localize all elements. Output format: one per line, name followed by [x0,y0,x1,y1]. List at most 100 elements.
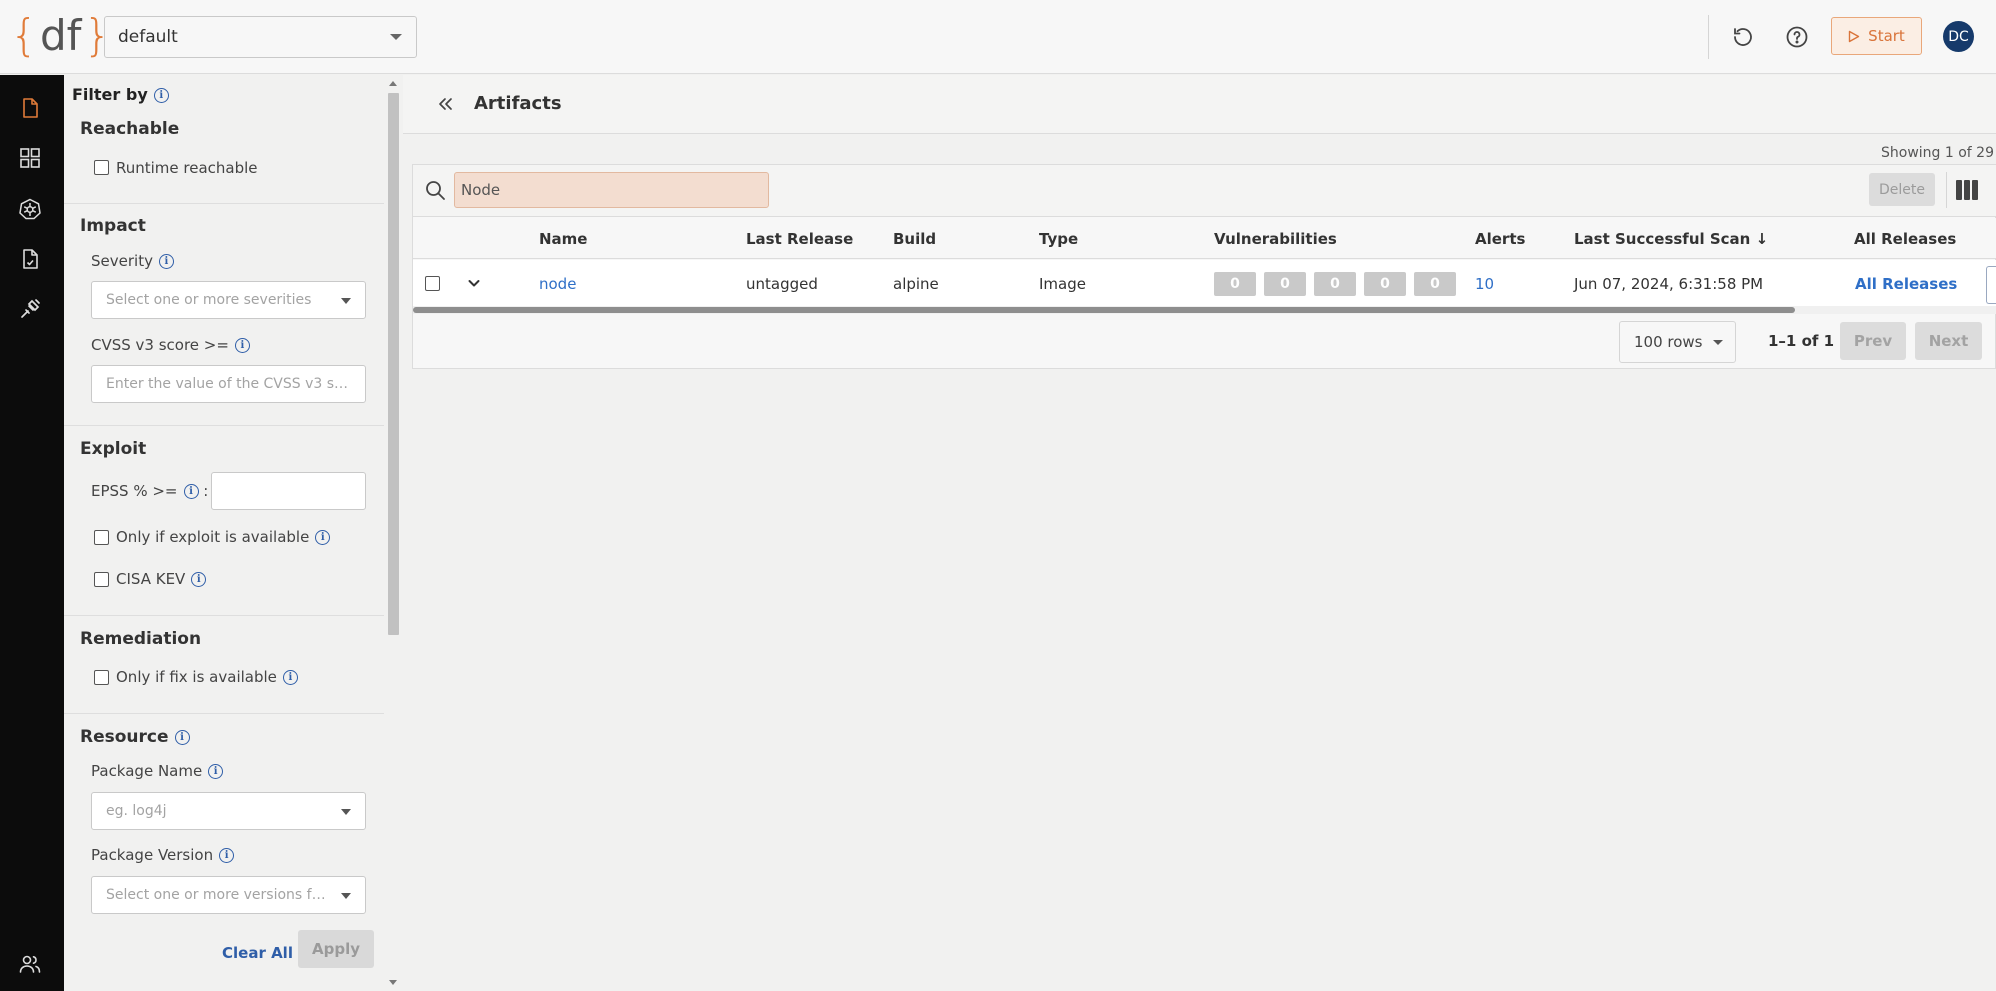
integrations-nav-icon[interactable] [16,295,44,323]
package-name-select[interactable]: eg. log4j [91,792,366,830]
rows-per-page-select[interactable]: 100 rows [1619,321,1736,363]
vulnerability-badge[interactable]: 0 [1264,272,1306,296]
divider [64,713,384,714]
column-header-type[interactable]: Type [1039,230,1078,248]
next-button[interactable]: Next [1915,322,1982,360]
search-input[interactable]: Node [454,172,769,208]
collapse-sidebar-icon[interactable] [434,92,456,116]
all-releases-link[interactable]: All Releases [1855,275,1957,293]
divider [64,615,384,616]
vulnerability-badge[interactable]: 0 [1364,272,1406,296]
scroll-down-icon[interactable] [389,980,397,985]
cvss-score-input[interactable]: Enter the value of the CVSS v3 score [91,365,366,403]
severity-select[interactable]: Select one or more severities [91,281,366,319]
avatar[interactable]: DC [1943,21,1974,52]
namespace-value: default [118,27,178,47]
info-icon[interactable]: i [315,530,331,545]
package-name-label: Package Name i [91,762,224,780]
fix-available-label: Only if fix is available i [116,668,298,686]
clear-all-button[interactable]: Clear All [222,944,293,962]
cisa-kev-label: CISA KEV i [116,570,207,588]
kubernetes-nav-icon[interactable] [16,195,44,223]
artifact-name-link[interactable]: node [539,275,576,293]
cell-last-scan: Jun 07, 2024, 6:31:58 PM [1574,275,1764,293]
info-icon[interactable]: i [158,254,174,269]
exploit-available-label: Only if exploit is available i [116,528,331,546]
resource-heading: Resource i [80,727,190,747]
play-icon [1848,30,1860,42]
namespace-select[interactable]: default [104,16,417,58]
package-version-label: Package Version i [91,846,235,864]
info-icon[interactable]: i [183,484,199,499]
page-header [403,75,1996,134]
filter-title: Filter by i [72,85,169,104]
alerts-link[interactable]: 10 [1475,275,1494,293]
info-icon[interactable]: i [282,670,298,685]
column-header-vulnerabilities[interactable]: Vulnerabilities [1214,230,1337,248]
pagination-range: 1–1 of 1 [1768,332,1835,350]
page-title: Artifacts [474,93,562,114]
chevron-down-icon [341,298,351,304]
column-header-alerts[interactable]: Alerts [1475,230,1525,248]
divider [64,203,384,204]
column-header-all-releases[interactable]: All Releases [1854,230,1956,248]
showing-count: Showing 1 of 29 [1881,145,1994,161]
prev-button[interactable]: Prev [1840,322,1906,360]
vulnerability-badge[interactable]: 0 [1214,272,1256,296]
filter-scrollbar[interactable] [385,75,402,991]
epss-label: EPSS % >= i : [91,482,209,500]
severity-label: Severity i [91,252,174,270]
scroll-thumb[interactable] [388,93,399,635]
exploit-available-checkbox[interactable] [94,530,109,545]
users-nav-icon[interactable] [16,950,44,978]
divider [64,425,384,426]
scroll-thumb[interactable] [413,307,1795,313]
sort-desc-icon: ↓ [1755,230,1769,248]
chevron-down-icon [341,809,351,815]
remediation-heading: Remediation [80,629,202,649]
scroll-up-icon[interactable] [389,81,397,86]
row-checkbox[interactable] [425,276,440,291]
chevron-down-icon [1713,340,1723,345]
cisa-kev-checkbox[interactable] [94,572,109,587]
column-header-last-release[interactable]: Last Release [746,230,853,248]
artifacts-nav-icon[interactable] [16,94,44,122]
apply-button[interactable]: Apply [298,930,374,968]
chevron-down-icon [341,893,351,899]
search-icon [423,178,447,202]
column-header-build[interactable]: Build [893,230,936,248]
info-icon[interactable]: i [234,338,250,353]
columns-icon[interactable] [1956,180,1978,200]
table-horizontal-scrollbar[interactable] [413,306,1996,314]
start-button[interactable]: Start [1831,17,1922,55]
vulnerability-badge[interactable]: 0 [1314,272,1356,296]
fix-available-checkbox[interactable] [94,670,109,685]
toolbar-divider [1946,172,1947,208]
row-action-button[interactable] [1986,266,1996,304]
package-version-select[interactable]: Select one or more versions for the pack… [91,876,366,914]
column-header-last-scan[interactable]: Last Successful Scan ↓ [1574,230,1768,248]
refresh-icon[interactable] [1730,24,1756,50]
runtime-reachable-checkbox[interactable] [94,160,109,175]
epss-input[interactable] [211,472,366,510]
delete-button[interactable]: Delete [1869,173,1935,206]
impact-heading: Impact [80,216,146,236]
info-icon[interactable]: i [153,88,169,103]
chevron-down-icon [390,34,402,40]
cell-last-release: untagged [746,275,818,293]
help-icon[interactable] [1784,24,1810,50]
df-logo[interactable]: {df} [10,12,111,60]
exploit-heading: Exploit [80,439,147,459]
info-icon[interactable]: i [191,572,207,587]
dashboard-nav-icon[interactable] [16,144,44,172]
header-divider [1708,15,1709,59]
start-label: Start [1868,27,1905,45]
info-icon[interactable]: i [208,764,224,779]
cvss-label: CVSS v3 score >= i [91,336,250,354]
column-header-name[interactable]: Name [539,230,587,248]
info-icon[interactable]: i [219,848,235,863]
info-icon[interactable]: i [174,729,190,745]
vulnerability-badge[interactable]: 0 [1414,272,1456,296]
policy-doc-nav-icon[interactable] [16,245,44,273]
chevron-down-icon[interactable] [465,274,483,292]
